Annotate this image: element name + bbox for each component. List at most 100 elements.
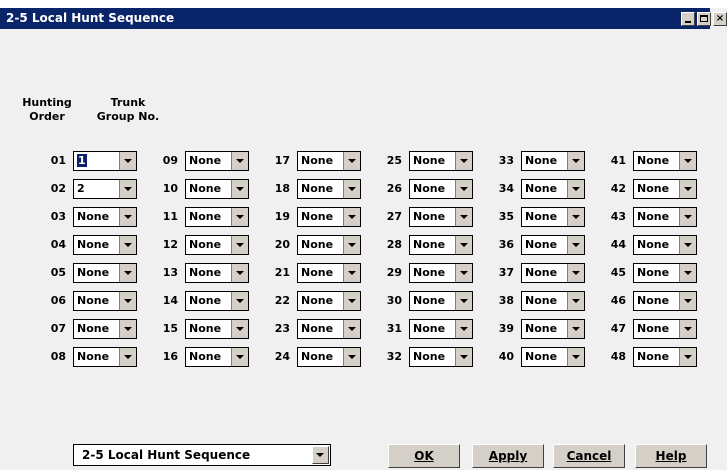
chevron-down-icon[interactable] [567, 264, 584, 282]
chevron-down-icon[interactable] [455, 236, 472, 254]
chevron-down-icon[interactable] [455, 180, 472, 198]
trunk-group-select[interactable]: None [521, 319, 585, 339]
chevron-down-icon[interactable] [567, 292, 584, 310]
trunk-group-select[interactable]: None [73, 347, 137, 367]
trunk-group-select[interactable]: None [633, 291, 697, 311]
chevron-down-icon[interactable] [679, 208, 696, 226]
trunk-group-select[interactable]: None [521, 207, 585, 227]
chevron-down-icon[interactable] [343, 348, 360, 366]
trunk-group-select[interactable]: None [409, 207, 473, 227]
trunk-group-select[interactable]: None [409, 347, 473, 367]
trunk-group-select[interactable]: None [521, 179, 585, 199]
trunk-group-select[interactable]: None [409, 291, 473, 311]
chevron-down-icon[interactable] [343, 236, 360, 254]
trunk-group-select[interactable]: None [73, 235, 137, 255]
chevron-down-icon[interactable] [343, 180, 360, 198]
screen-select-dropdown[interactable]: 2-5 Local Hunt Sequence [73, 444, 331, 466]
close-icon[interactable]: × [713, 12, 727, 26]
chevron-down-icon[interactable] [231, 320, 248, 338]
chevron-down-icon[interactable] [679, 236, 696, 254]
chevron-down-icon[interactable] [231, 236, 248, 254]
trunk-group-select[interactable]: None [297, 291, 361, 311]
trunk-group-select[interactable]: None [297, 319, 361, 339]
chevron-down-icon[interactable] [119, 152, 136, 170]
trunk-group-select[interactable]: None [297, 263, 361, 283]
chevron-down-icon[interactable] [119, 348, 136, 366]
chevron-down-icon[interactable] [679, 348, 696, 366]
chevron-down-icon[interactable] [679, 180, 696, 198]
trunk-group-select[interactable]: None [185, 207, 249, 227]
chevron-down-icon[interactable] [567, 320, 584, 338]
chevron-down-icon[interactable] [231, 348, 248, 366]
chevron-down-icon[interactable] [567, 152, 584, 170]
trunk-group-select[interactable]: None [73, 207, 137, 227]
trunk-group-select[interactable]: None [185, 347, 249, 367]
trunk-group-select[interactable]: None [409, 179, 473, 199]
trunk-group-select[interactable]: None [185, 151, 249, 171]
trunk-group-select[interactable]: None [73, 263, 137, 283]
chevron-down-icon[interactable] [455, 152, 472, 170]
cancel-button[interactable]: Cancel [553, 444, 625, 468]
chevron-down-icon[interactable] [567, 236, 584, 254]
chevron-down-icon[interactable] [343, 152, 360, 170]
trunk-group-select[interactable]: None [633, 207, 697, 227]
trunk-group-select[interactable]: None [409, 263, 473, 283]
chevron-down-icon[interactable] [455, 208, 472, 226]
chevron-down-icon[interactable] [679, 292, 696, 310]
trunk-group-select[interactable]: None [185, 235, 249, 255]
trunk-group-select[interactable]: None [409, 235, 473, 255]
chevron-down-icon[interactable] [119, 180, 136, 198]
chevron-down-icon[interactable] [119, 236, 136, 254]
chevron-down-icon[interactable] [455, 320, 472, 338]
chevron-down-icon[interactable] [231, 292, 248, 310]
trunk-group-select[interactable]: None [633, 235, 697, 255]
trunk-group-select[interactable]: None [73, 291, 137, 311]
chevron-down-icon[interactable] [231, 180, 248, 198]
trunk-group-select[interactable]: None [633, 319, 697, 339]
trunk-group-select[interactable]: None [297, 151, 361, 171]
chevron-down-icon[interactable] [567, 180, 584, 198]
trunk-group-select[interactable]: None [633, 263, 697, 283]
chevron-down-icon[interactable] [679, 152, 696, 170]
apply-button[interactable]: Apply [472, 444, 544, 468]
trunk-group-select[interactable]: None [633, 151, 697, 171]
chevron-down-icon[interactable] [567, 348, 584, 366]
chevron-down-icon[interactable] [119, 320, 136, 338]
trunk-group-select[interactable]: None [409, 319, 473, 339]
trunk-group-select[interactable]: None [521, 347, 585, 367]
chevron-down-icon[interactable] [119, 292, 136, 310]
chevron-down-icon[interactable] [312, 446, 329, 464]
trunk-group-select[interactable]: None [521, 235, 585, 255]
chevron-down-icon[interactable] [119, 264, 136, 282]
trunk-group-select[interactable]: None [297, 179, 361, 199]
chevron-down-icon[interactable] [119, 208, 136, 226]
trunk-group-select[interactable]: None [185, 179, 249, 199]
trunk-group-select[interactable]: None [185, 263, 249, 283]
chevron-down-icon[interactable] [343, 320, 360, 338]
minimize-icon[interactable] [681, 12, 695, 26]
trunk-group-select[interactable]: None [185, 319, 249, 339]
chevron-down-icon[interactable] [455, 292, 472, 310]
chevron-down-icon[interactable] [343, 292, 360, 310]
trunk-group-select[interactable]: None [73, 319, 137, 339]
trunk-group-select[interactable]: None [297, 207, 361, 227]
help-button[interactable]: Help [635, 444, 707, 468]
trunk-group-select[interactable]: None [633, 347, 697, 367]
trunk-group-select[interactable]: 1 [73, 151, 137, 171]
chevron-down-icon[interactable] [343, 264, 360, 282]
trunk-group-select[interactable]: None [521, 151, 585, 171]
chevron-down-icon[interactable] [455, 348, 472, 366]
chevron-down-icon[interactable] [679, 320, 696, 338]
chevron-down-icon[interactable] [567, 208, 584, 226]
maximize-icon[interactable] [697, 12, 711, 26]
trunk-group-select[interactable]: None [297, 235, 361, 255]
ok-button[interactable]: OK [388, 444, 460, 468]
trunk-group-select[interactable]: None [521, 263, 585, 283]
chevron-down-icon[interactable] [231, 264, 248, 282]
chevron-down-icon[interactable] [455, 264, 472, 282]
trunk-group-select[interactable]: None [521, 291, 585, 311]
chevron-down-icon[interactable] [231, 208, 248, 226]
trunk-group-select[interactable]: None [297, 347, 361, 367]
chevron-down-icon[interactable] [679, 264, 696, 282]
chevron-down-icon[interactable] [231, 152, 248, 170]
